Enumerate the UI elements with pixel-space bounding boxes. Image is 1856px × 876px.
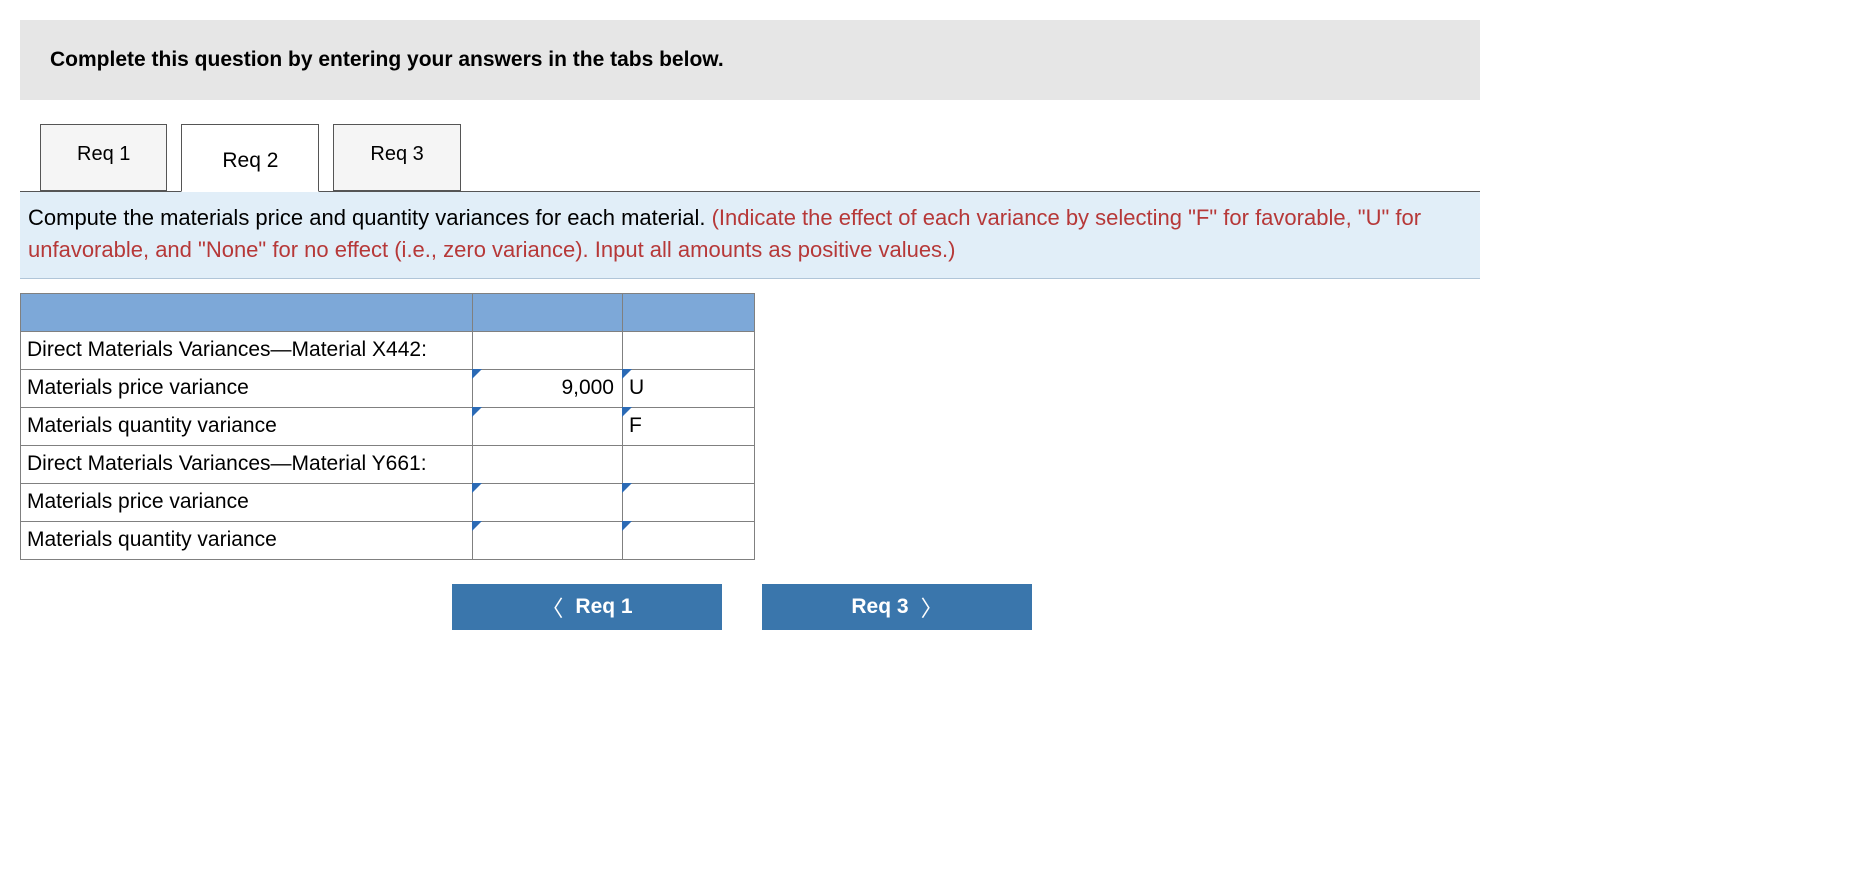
instruction-banner: Complete this question by entering your … — [20, 20, 1480, 100]
prompt-main: Compute the materials price and quantity… — [28, 205, 712, 230]
row-effect — [623, 331, 755, 369]
price-variance-effect-select[interactable]: U — [623, 369, 755, 407]
nav-buttons: 〈 Req 1 Req 3 〉 — [452, 584, 1480, 630]
row-value — [473, 445, 623, 483]
tab-req-3[interactable]: Req 3 — [333, 124, 460, 191]
tab-label: Req 1 — [77, 143, 130, 165]
table-row: Direct Materials Variances—Material Y661… — [21, 445, 755, 483]
tab-req-2[interactable]: Req 2 — [181, 124, 319, 192]
table-header-row — [21, 293, 755, 331]
row-label: Materials price variance — [21, 369, 473, 407]
row-label: Materials quantity variance — [21, 407, 473, 445]
chevron-left-icon: 〈 — [541, 591, 563, 623]
tab-label: Req 2 — [222, 149, 278, 172]
quantity-variance-input[interactable] — [473, 521, 623, 559]
table-row: Materials quantity variance F — [21, 407, 755, 445]
row-label: Direct Materials Variances—Material X442… — [21, 331, 473, 369]
table-row: Materials price variance — [21, 483, 755, 521]
header-cell-label — [21, 293, 473, 331]
price-variance-input[interactable]: 9,000 — [473, 369, 623, 407]
row-label: Materials price variance — [21, 483, 473, 521]
tab-label: Req 3 — [370, 143, 423, 165]
header-cell-value — [473, 293, 623, 331]
row-label: Direct Materials Variances—Material Y661… — [21, 445, 473, 483]
quantity-variance-effect-select[interactable]: F — [623, 407, 755, 445]
row-label: Materials quantity variance — [21, 521, 473, 559]
tab-req-1[interactable]: Req 1 — [40, 124, 167, 191]
prompt-panel: Compute the materials price and quantity… — [20, 191, 1480, 279]
prev-button[interactable]: 〈 Req 1 — [452, 584, 722, 630]
price-variance-effect-select[interactable] — [623, 483, 755, 521]
instruction-text: Complete this question by entering your … — [50, 48, 724, 71]
table-row: Materials price variance 9,000 U — [21, 369, 755, 407]
table-row: Direct Materials Variances—Material X442… — [21, 331, 755, 369]
row-value — [473, 331, 623, 369]
next-button[interactable]: Req 3 〉 — [762, 584, 1032, 630]
next-button-label: Req 3 — [851, 595, 908, 619]
tabs-row: Req 1 Req 2 Req 3 — [40, 124, 1480, 191]
table-row: Materials quantity variance — [21, 521, 755, 559]
header-cell-effect — [623, 293, 755, 331]
chevron-right-icon: 〉 — [921, 591, 943, 623]
variance-table: Direct Materials Variances—Material X442… — [20, 293, 755, 560]
quantity-variance-effect-select[interactable] — [623, 521, 755, 559]
price-variance-input[interactable] — [473, 483, 623, 521]
quantity-variance-input[interactable] — [473, 407, 623, 445]
row-effect — [623, 445, 755, 483]
prev-button-label: Req 1 — [575, 595, 632, 619]
